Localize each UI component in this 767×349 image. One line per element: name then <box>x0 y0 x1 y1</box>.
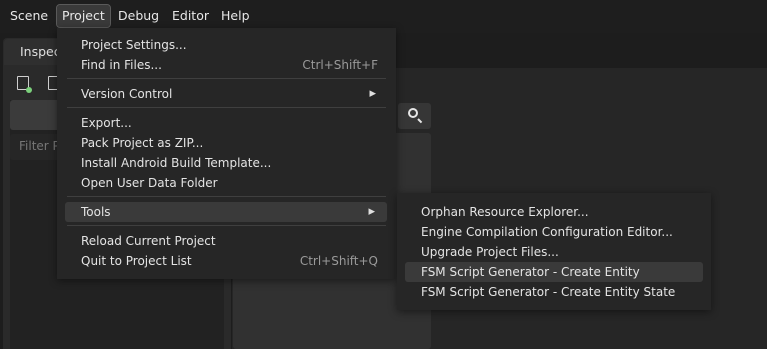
submenu-item-orphan-resource-explorer[interactable]: Orphan Resource Explorer... <box>405 202 703 222</box>
menu-help[interactable]: Help <box>216 5 255 27</box>
menu-item-version-control[interactable]: Version Control ▸ <box>57 84 396 104</box>
tools-submenu: Orphan Resource Explorer... Engine Compi… <box>397 193 711 310</box>
menu-project[interactable]: Project <box>56 4 111 28</box>
menu-item-reload-project[interactable]: Reload Current Project <box>57 231 396 251</box>
submenu-item-engine-compilation-editor[interactable]: Engine Compilation Configuration Editor.… <box>405 222 703 242</box>
menu-debug[interactable]: Debug <box>113 5 164 27</box>
menu-item-open-user-data[interactable]: Open User Data Folder <box>57 173 396 193</box>
menu-item-quit-to-project-list[interactable]: Quit to Project List Ctrl+Shift+Q <box>57 251 396 271</box>
project-menu: Project Settings... Find in Files... Ctr… <box>57 28 396 279</box>
menu-editor[interactable]: Editor <box>167 5 214 27</box>
submenu-item-upgrade-project-files[interactable]: Upgrade Project Files... <box>405 242 703 262</box>
menu-separator <box>67 196 386 197</box>
submenu-arrow-icon: ▸ <box>369 86 376 101</box>
menu-item-tools[interactable]: Tools ▸ <box>65 202 387 222</box>
submenu-item-fsm-create-entity[interactable]: FSM Script Generator - Create Entity <box>405 262 703 282</box>
tab-inspector-label: Inspec <box>20 44 61 59</box>
submenu-arrow-icon: ▸ <box>368 204 375 219</box>
new-resource-icon[interactable] <box>17 76 32 93</box>
menu-separator <box>67 107 386 108</box>
menu-item-install-android-template[interactable]: Install Android Build Template... <box>57 153 396 173</box>
menu-item-export[interactable]: Export... <box>57 113 396 133</box>
menu-separator <box>67 225 386 226</box>
submenu-item-fsm-create-entity-state[interactable]: FSM Script Generator - Create Entity Sta… <box>405 282 703 302</box>
menu-item-project-settings[interactable]: Project Settings... <box>57 35 396 55</box>
search-icon <box>408 108 418 118</box>
menu-item-pack-zip[interactable]: Pack Project as ZIP... <box>57 133 396 153</box>
menu-scene[interactable]: Scene <box>5 5 53 27</box>
menu-item-find-in-files[interactable]: Find in Files... Ctrl+Shift+F <box>57 55 396 75</box>
filter-placeholder: Filter P <box>19 139 60 153</box>
menu-separator <box>67 78 386 79</box>
